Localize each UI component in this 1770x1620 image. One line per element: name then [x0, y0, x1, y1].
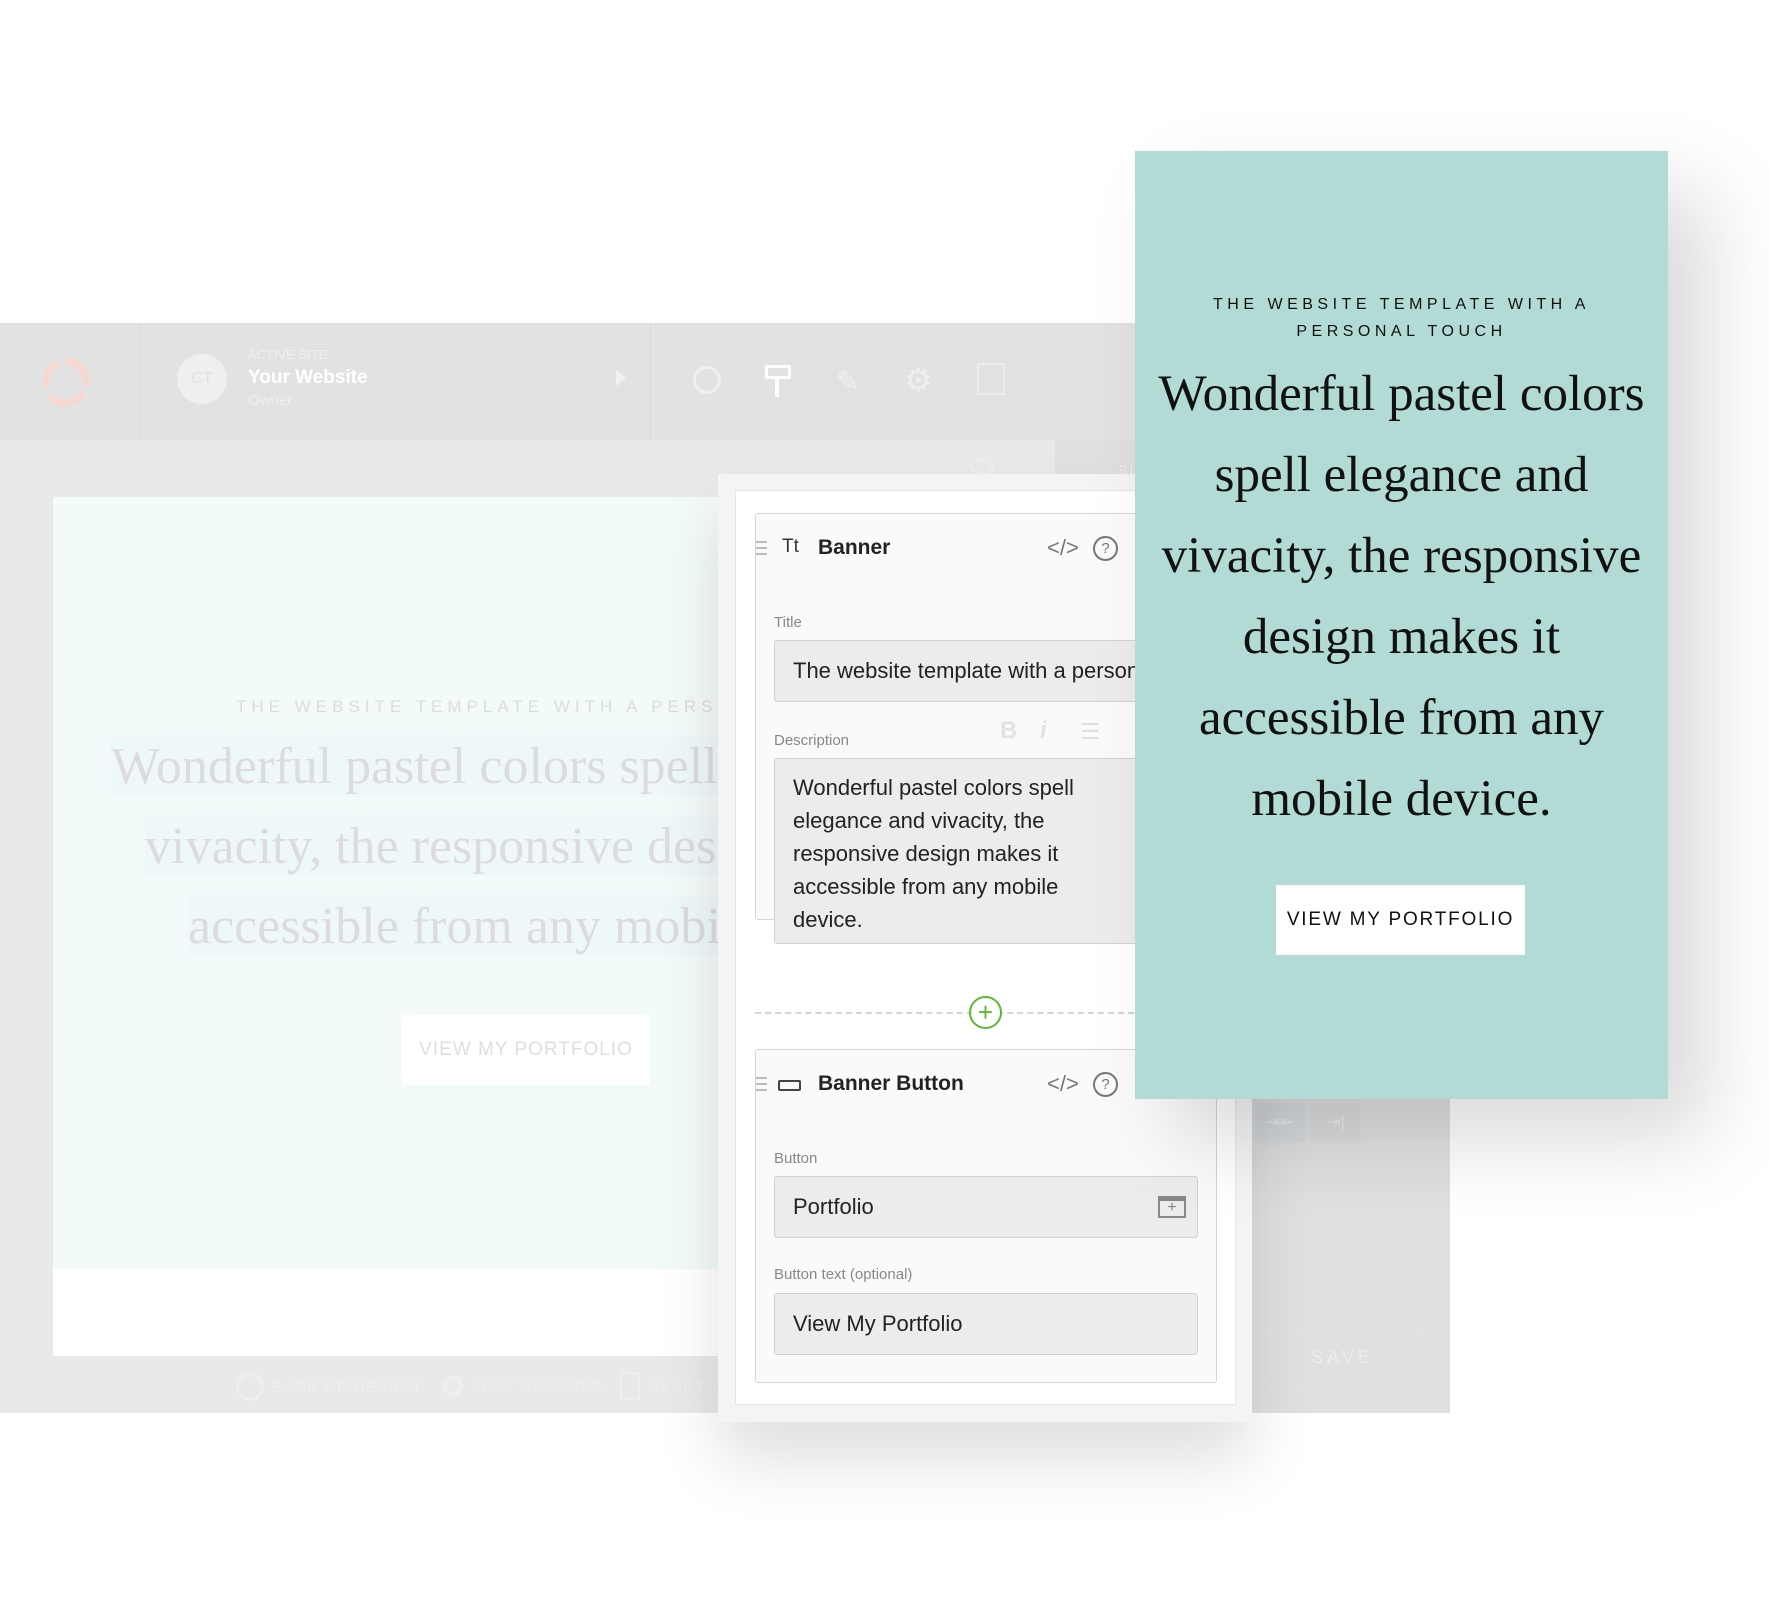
canvas-headline-line: accessible from any mobile [188, 897, 718, 956]
top-toolbar: CT ACTIVE SITE Your Website Owner ✎ ⚙ [0, 323, 1140, 440]
canvas-headline-line: Wonderful pastel colors spell el [111, 737, 718, 796]
banner-block-title: Banner [818, 536, 891, 559]
link-picker-icon[interactable]: + [1158, 1196, 1186, 1218]
logo-icon[interactable] [40, 356, 92, 408]
canvas-portfolio-button[interactable]: VIEW MY PORTFOLIO [402, 1015, 650, 1085]
save-button[interactable]: SAVE [1263, 1328, 1422, 1385]
paint-roller-handle [775, 379, 779, 397]
mobile-preview-banner: THE WEBSITE TEMPLATE WITH A PERSONAL TOU… [1135, 151, 1668, 1099]
help-icon[interactable]: ? [1093, 1072, 1118, 1097]
active-site-label: ACTIVE SITE [248, 347, 328, 362]
sliders-icon[interactable] [977, 363, 1005, 395]
canvas-banner[interactable]: THE WEBSITE TEMPLATE WITH A PERSONA Wond… [53, 497, 718, 1269]
back-up-design-button[interactable]: BACK UP DESIGN [236, 1373, 420, 1401]
code-icon[interactable]: </> [1047, 1071, 1079, 1097]
backup-icon [236, 1373, 264, 1401]
back-up-design-label: BACK UP DESIGN [272, 1378, 421, 1396]
banner-button-block-card: Banner Button </> ? Button Portfolio + B… [755, 1049, 1217, 1383]
site-name[interactable]: Your Website [248, 367, 368, 389]
align-center-button[interactable]: ⇥⇤ [1255, 1103, 1305, 1143]
code-icon[interactable]: </> [1047, 535, 1079, 561]
site-role: Owner [248, 392, 293, 409]
preview-eye-icon[interactable] [970, 458, 994, 474]
align-right-button[interactable]: ⇥| [1311, 1103, 1361, 1143]
drag-handle-icon[interactable] [756, 1077, 767, 1091]
button-text-input[interactable]: View My Portfolio [774, 1293, 1198, 1355]
preview-headline-line: spell elegance and [1214, 447, 1589, 503]
pencil-icon[interactable]: ✎ [836, 365, 859, 398]
button-type-icon [778, 1080, 801, 1091]
preview-headline-line: mobile device. [1251, 771, 1552, 827]
preview-headline-line: vivacity, the responsive [1161, 528, 1642, 584]
text-type-icon: Tt [782, 536, 799, 557]
bold-button[interactable]: B [1000, 717, 1017, 745]
reset-icon [620, 1372, 640, 1400]
site-switch-arrow-icon[interactable] [616, 370, 626, 386]
preview-portfolio-button[interactable]: VIEW MY PORTFOLIO [1276, 885, 1525, 955]
button-link-input[interactable]: Portfolio [774, 1176, 1198, 1238]
description-label: Description [774, 732, 850, 749]
view-backups-label: VIEW BACKUPS [471, 1377, 604, 1395]
canvas-headline-line: vivacity, the responsive desig [145, 817, 718, 876]
button-text-label: Button text (optional) [774, 1266, 913, 1283]
list-icon[interactable]: ☰ [1080, 719, 1100, 745]
italic-button[interactable]: i [1040, 717, 1047, 745]
banner-button-block-title: Banner Button [818, 1072, 964, 1095]
avatar[interactable]: CT [177, 354, 227, 404]
title-label: Title [774, 614, 802, 631]
preview-headline-line: Wonderful pastel colors [1158, 366, 1645, 422]
paint-roller-icon[interactable] [765, 365, 791, 379]
button-label: Button [774, 1150, 818, 1167]
preview-headline-line: accessible from any [1199, 690, 1604, 746]
help-icon[interactable]: ? [1093, 536, 1118, 561]
dashboard-icon[interactable] [693, 366, 721, 394]
drag-handle-icon[interactable] [756, 541, 767, 555]
site-canvas: THE WEBSITE TEMPLATE WITH A PERSONA Wond… [53, 497, 718, 1356]
view-backups-button[interactable]: VIEW BACKUPS [443, 1376, 603, 1396]
preview-headline-line: design makes it [1242, 609, 1561, 665]
eye-icon [443, 1376, 463, 1396]
preview-tagline-line: THE WEBSITE TEMPLATE WITH A [1213, 296, 1590, 313]
preview-tagline-line: PERSONAL TOUCH [1296, 323, 1507, 340]
canvas-tagline: THE WEBSITE TEMPLATE WITH A PERSONA [236, 697, 718, 716]
add-block-button[interactable]: + [969, 996, 1002, 1029]
gear-icon[interactable]: ⚙ [904, 361, 933, 399]
